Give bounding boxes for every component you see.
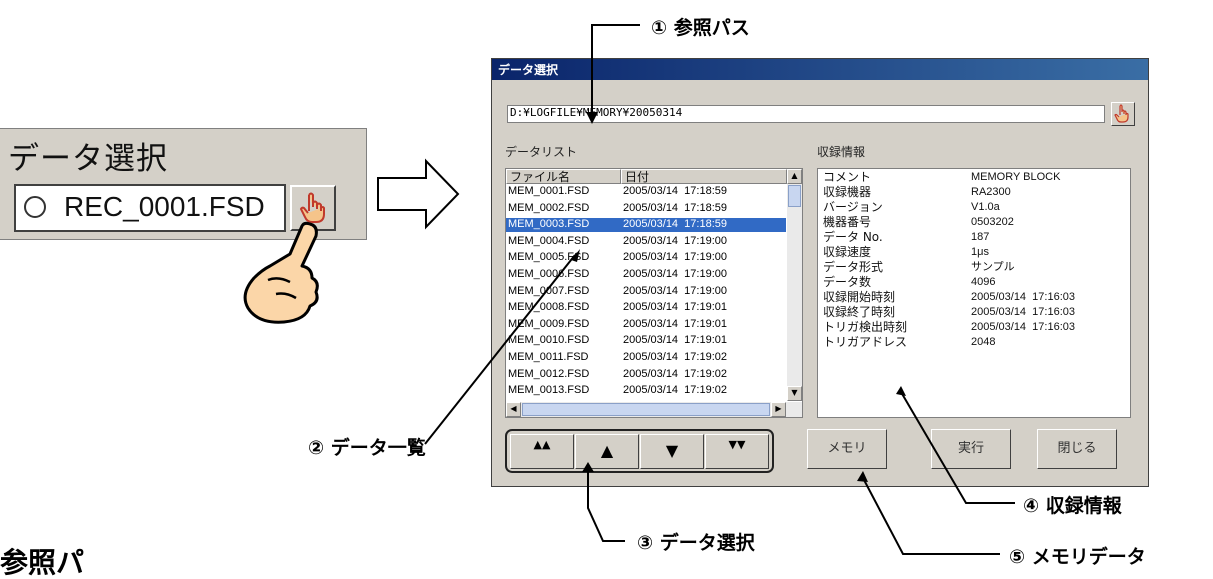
callout-line-5 bbox=[862, 477, 1000, 555]
callout-record-info: ④ 収録情報 bbox=[1023, 495, 1122, 517]
callout-data-list: ② データ一覧 bbox=[308, 437, 426, 459]
callout-line-2 bbox=[424, 254, 576, 445]
callout-memory-data: ⑤ メモリデータ bbox=[1009, 546, 1146, 568]
callout-line-1 bbox=[591, 24, 640, 117]
callout-reference-path: ① 参照パス bbox=[651, 17, 750, 39]
callout-data-select: ③ データ選択 bbox=[637, 532, 755, 554]
section-heading-partial: 参照パ bbox=[0, 546, 85, 579]
callout-lines bbox=[424, 24, 1015, 555]
callout-line-3 bbox=[587, 470, 625, 542]
callout-line-4 bbox=[900, 391, 1015, 504]
